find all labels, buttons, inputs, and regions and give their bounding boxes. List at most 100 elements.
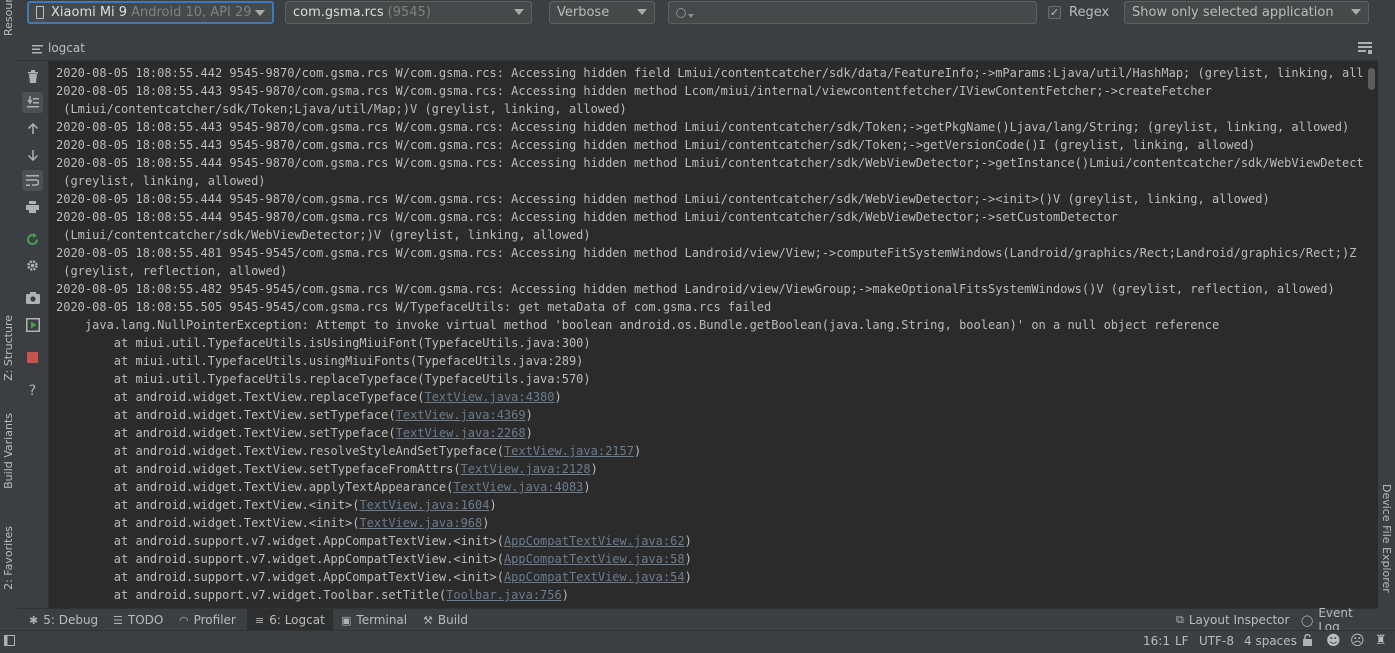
log-level-selector[interactable]: Verbose [549, 1, 655, 24]
screen-record-icon[interactable] [22, 314, 43, 335]
tab-terminal[interactable]: ▣ Terminal [337, 609, 411, 631]
source-link[interactable]: TextView.java:4369 [396, 408, 526, 422]
log-line: (greylist, linking, allowed) [56, 172, 266, 190]
log-line: at android.widget.TextView.<init>(TextVi… [56, 514, 490, 532]
log-line: at android.widget.TextView.setTypeface(T… [56, 424, 533, 442]
log-line: at android.widget.TextView.setTypeface(T… [56, 406, 533, 424]
device-file-explorer-tab[interactable]: Device File Explorer [1378, 476, 1395, 600]
search-input[interactable] [700, 4, 1024, 21]
search-field[interactable] [668, 1, 1037, 24]
source-link[interactable]: AppCompatTextView.java:58 [504, 552, 685, 566]
tab-build[interactable]: ⚒ Build [419, 609, 472, 631]
process-name: com.gsma.rcs [293, 5, 384, 20]
tab-logcat[interactable]: ≡ 6: Logcat [247, 609, 333, 631]
log-line: 2020-08-05 18:08:55.444 9545-9870/com.gs… [56, 190, 1270, 208]
tab-todo[interactable]: ☰ TODO [109, 609, 167, 631]
screen-capture-icon[interactable] [22, 287, 43, 308]
tool-windows-icon[interactable] [4, 635, 15, 649]
process-pid: (9545) [387, 5, 431, 20]
log-line: at android.widget.TextView.applyTextAppe… [56, 478, 591, 496]
log-line: at android.widget.TextView.resolveStyleA… [56, 442, 641, 460]
logcat-icon [32, 43, 43, 57]
caret-position[interactable]: 16:1 [1143, 634, 1170, 648]
log-text: at android.support.v7.widget.Toolbar.set… [56, 588, 447, 602]
tab-layout-inspector[interactable]: ⧉ Layout Inspector [1172, 609, 1293, 631]
tab-label: Profiler [193, 613, 236, 627]
log-line: at android.support.v7.widget.Toolbar.set… [56, 586, 569, 604]
source-link[interactable]: TextView.java:4083 [453, 480, 583, 494]
clear-log-icon[interactable] [22, 66, 43, 87]
process-selector[interactable]: com.gsma.rcs (9545) [285, 1, 532, 24]
tab-label: 5: Debug [43, 613, 99, 627]
bottom-tool-tabs: ✱ 5: Debug ☰ TODO ◠ Profiler ≡ 6: Logcat… [17, 606, 1378, 634]
source-link[interactable]: AppCompatTextView.java:54 [504, 570, 685, 584]
line-separator[interactable]: LF [1175, 634, 1189, 648]
logcat-output[interactable]: 2020-08-05 18:08:55.442 9545-9870/com.gs… [49, 61, 1364, 608]
source-link[interactable]: AppCompatTextView.java:62 [504, 534, 685, 548]
log-line: at android.widget.TextView.<init>(TextVi… [56, 496, 497, 514]
filter-selector[interactable]: Show only selected application [1124, 1, 1369, 24]
build-variants-tab[interactable]: Build Variants [0, 405, 17, 497]
help-icon[interactable]: ? [22, 380, 43, 401]
favorites-tab[interactable]: 2: Favorites [0, 515, 17, 600]
log-line: at miui.util.TypefaceUtils.isUsingMiuiFo… [56, 334, 591, 352]
restart-icon[interactable] [22, 229, 43, 250]
arrow-down-icon[interactable] [22, 144, 43, 165]
tab-debug[interactable]: ✱ 5: Debug [25, 609, 102, 631]
chevron-down-icon [637, 9, 647, 15]
log-scrollbar-thumb[interactable] [1368, 68, 1375, 90]
log-text-suffix: ) [684, 534, 692, 548]
log-text-suffix: ) [482, 516, 490, 530]
log-line: at miui.util.TypefaceUtils.replaceTypefa… [56, 370, 591, 388]
resource-manager-tab[interactable]: Resource Manager [0, 0, 17, 36]
log-text: at android.support.v7.widget.AppCompatTe… [56, 534, 504, 548]
source-link[interactable]: TextView.java:2157 [504, 444, 634, 458]
source-link[interactable]: TextView.java:2268 [396, 426, 526, 440]
frown-icon[interactable]: ☹ [1350, 633, 1365, 649]
log-text-suffix: ) [554, 390, 562, 404]
log-line: 2020-08-05 18:08:55.444 9545-9870/com.gs… [56, 208, 1118, 226]
hector-icon[interactable]: ♜ [1375, 633, 1387, 648]
structure-tab[interactable]: Z: Structure [0, 308, 17, 388]
gear-icon[interactable] [22, 255, 43, 276]
tab-profiler[interactable]: ◠ Profiler [175, 609, 240, 631]
device-selector[interactable]: Xiaomi Mi 9 Android 10, API 29 [27, 1, 274, 24]
log-line: at android.support.v7.widget.AppCompatTe… [56, 532, 692, 550]
smile-icon[interactable]: ☻ [1326, 633, 1341, 649]
tab-event-log[interactable]: ◯ Event Log [1297, 606, 1378, 634]
arrow-up-icon[interactable] [22, 118, 43, 139]
log-text: at android.widget.TextView.replaceTypefa… [56, 390, 425, 404]
log-line: 2020-08-05 18:08:55.505 9545-9545/com.gs… [56, 298, 771, 316]
indent-setting[interactable]: 4 spaces [1244, 634, 1297, 648]
status-bar: 16:1 LF UTF-8 4 spaces ☻ ☹ ♜ [0, 630, 1395, 653]
log-scrollbar[interactable] [1365, 61, 1378, 608]
chevron-down-icon [514, 9, 524, 15]
source-link[interactable]: TextView.java:968 [359, 516, 482, 530]
layout-options-icon[interactable] [1358, 42, 1372, 57]
log-text: at miui.util.TypefaceUtils.usingMiuiFont… [56, 354, 584, 368]
lock-icon[interactable] [1302, 633, 1313, 649]
log-line: 2020-08-05 18:08:55.481 9545-9545/com.gs… [56, 244, 1356, 262]
log-text: at android.support.v7.widget.AppCompatTe… [56, 552, 504, 566]
source-link[interactable]: TextView.java:2128 [461, 462, 591, 476]
tab-label: 6: Logcat [269, 613, 325, 627]
regex-checkbox[interactable]: ✓ [1048, 6, 1061, 19]
search-dropdown-icon [688, 13, 694, 18]
gauge-icon: ◠ [179, 613, 189, 627]
log-line: java.lang.NullPointerException: Attempt … [56, 316, 1219, 334]
scroll-to-end-icon[interactable] [22, 92, 43, 113]
stop-icon[interactable] [22, 347, 43, 368]
log-text-suffix: ) [684, 570, 692, 584]
source-link[interactable]: Toolbar.java:756 [446, 588, 562, 602]
source-link[interactable]: TextView.java:4380 [424, 390, 554, 404]
log-line: 2020-08-05 18:08:55.444 9545-9870/com.gs… [56, 154, 1364, 172]
log-line: (greylist, reflection, allowed) [56, 262, 287, 280]
source-link[interactable]: TextView.java:1604 [359, 498, 489, 512]
log-line: 2020-08-05 18:08:55.443 9545-9870/com.gs… [56, 118, 1349, 136]
log-line: at miui.util.TypefaceUtils.usingMiuiFont… [56, 352, 584, 370]
file-encoding[interactable]: UTF-8 [1199, 634, 1234, 648]
log-text: 2020-08-05 18:08:55.482 9545-9545/com.gs… [56, 282, 1335, 296]
log-text: (greylist, linking, allowed) [56, 174, 266, 188]
soft-wrap-icon[interactable] [22, 170, 43, 191]
print-icon[interactable] [22, 196, 43, 217]
